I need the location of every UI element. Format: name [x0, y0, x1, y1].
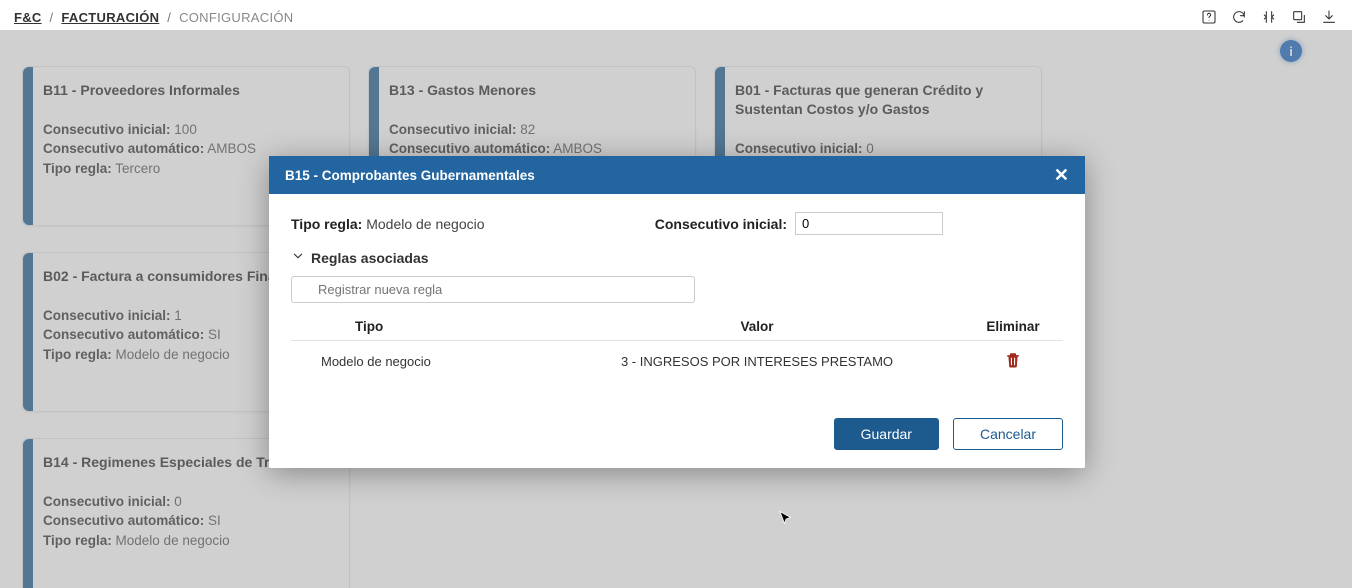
row-tipo: Modelo de negocio [291, 354, 551, 369]
refresh-icon[interactable] [1230, 8, 1248, 26]
rules-table: Tipo Valor Eliminar Modelo de negocio 3 … [291, 313, 1063, 382]
modal-header: B15 - Comprobantes Gubernamentales ✕ [269, 156, 1085, 194]
breadcrumb: F&C / FACTURACIÓN / CONFIGURACIÓN [14, 10, 293, 25]
breadcrumb-section[interactable]: FACTURACIÓN [61, 10, 159, 25]
col-eliminar: Eliminar [963, 319, 1063, 334]
modal: B15 - Comprobantes Gubernamentales ✕ Tip… [269, 156, 1085, 468]
col-valor: Valor [551, 319, 963, 334]
delete-row-button[interactable] [1004, 351, 1022, 369]
consecutivo-inicial-label: Consecutivo inicial: [655, 216, 787, 232]
breadcrumb-current: CONFIGURACIÓN [179, 10, 293, 25]
reglas-asociadas-toggle[interactable]: Reglas asociadas [291, 249, 1063, 266]
col-tipo: Tipo [291, 319, 551, 334]
table-row: Modelo de negocio 3 - INGRESOS POR INTER… [291, 341, 1063, 382]
cancel-button[interactable]: Cancelar [953, 418, 1063, 450]
close-icon[interactable]: ✕ [1054, 166, 1069, 184]
chevron-down-icon [291, 249, 305, 266]
save-button[interactable]: Guardar [834, 418, 939, 450]
open-external-icon[interactable] [1290, 8, 1308, 26]
topbar-actions [1200, 8, 1338, 26]
row-valor: 3 - INGRESOS POR INTERESES PRESTAMO [551, 354, 963, 369]
columns-icon[interactable] [1260, 8, 1278, 26]
consecutivo-inicial-input[interactable] [795, 212, 943, 235]
topbar: F&C / FACTURACIÓN / CONFIGURACIÓN [0, 0, 1352, 30]
tipo-regla-label: Tipo regla: [291, 216, 362, 232]
download-icon[interactable] [1320, 8, 1338, 26]
modal-title: B15 - Comprobantes Gubernamentales [285, 168, 535, 183]
new-rule-input[interactable] [291, 276, 695, 303]
tipo-regla-value: Modelo de negocio [366, 216, 484, 232]
help-icon[interactable] [1200, 8, 1218, 26]
breadcrumb-root[interactable]: F&C [14, 10, 42, 25]
